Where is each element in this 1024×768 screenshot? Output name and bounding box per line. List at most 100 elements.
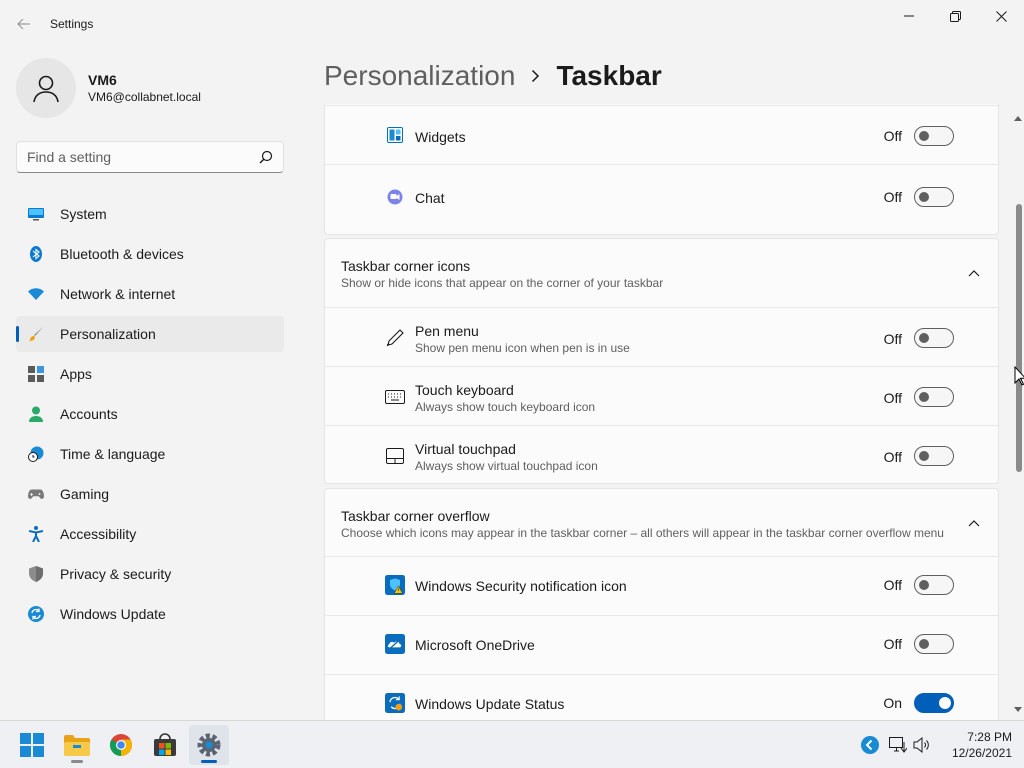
sidebar-item-personalization[interactable]: Personalization (16, 316, 284, 352)
breadcrumb-parent[interactable]: Personalization (324, 58, 515, 94)
clock[interactable]: 7:28 PM 12/26/2021 (940, 729, 1012, 761)
apps-icon (28, 366, 44, 382)
chat-toggle[interactable] (914, 187, 954, 207)
settings-icon (197, 733, 221, 757)
corner-icons-card: Taskbar corner icons Show or hide icons … (324, 238, 999, 484)
setting-row-onedrive: Microsoft OneDrive Off (325, 615, 998, 674)
setting-label: Microsoft OneDrive (415, 637, 535, 653)
sidebar-item-label: Bluetooth & devices (60, 246, 184, 262)
paintbrush-icon (28, 326, 44, 342)
person-avatar-icon (33, 75, 59, 103)
chevron-up-icon[interactable] (966, 515, 982, 531)
pen-icon (385, 328, 405, 348)
scroll-down-arrow-icon[interactable] (1014, 700, 1022, 718)
minimize-icon (904, 15, 914, 17)
sidebar-item-label: Accessibility (60, 526, 137, 542)
toggle-state-label: Off (883, 577, 902, 593)
setting-row-touch-keyboard: Touch keyboard Always show touch keyboar… (325, 366, 998, 425)
avatar (16, 58, 76, 118)
setting-label: Windows Security notification icon (415, 578, 627, 594)
sidebar-item-privacy[interactable]: Privacy & security (16, 556, 284, 592)
vertical-scrollbar[interactable] (1012, 104, 1024, 720)
profile-name: VM6 (88, 72, 117, 88)
sidebar-item-time-language[interactable]: Time & language (16, 436, 284, 472)
scrollbar-thumb[interactable] (1016, 204, 1022, 472)
section-header-corner-overflow[interactable]: Taskbar corner overflow Choose which ico… (325, 489, 998, 556)
bluetooth-icon (28, 246, 44, 262)
setting-row-widgets: Widgets Off (325, 105, 998, 164)
pen-menu-toggle[interactable] (914, 328, 954, 348)
widgets-icon (385, 125, 405, 145)
windows-update-status-toggle[interactable] (914, 693, 954, 713)
onedrive-icon (385, 634, 405, 654)
chat-icon (385, 187, 405, 207)
clock-globe-icon (28, 446, 44, 462)
clock-date: 12/26/2021 (951, 746, 1012, 760)
virtual-touchpad-toggle[interactable] (914, 446, 954, 466)
toggle-state-label: Off (883, 128, 902, 144)
sidebar-item-system[interactable]: System (16, 196, 284, 232)
taskbar-items-card: Widgets Off Chat Off (324, 104, 999, 235)
sidebar-item-label: Personalization (60, 326, 156, 342)
back-arrow-icon (17, 18, 30, 30)
close-button[interactable] (978, 0, 1024, 32)
setting-description: Show pen menu icon when pen is in use (415, 341, 630, 355)
network-icon[interactable] (888, 735, 908, 755)
update-tray-icon[interactable] (860, 735, 880, 755)
chevron-right-icon (531, 69, 540, 83)
search-icon[interactable] (259, 150, 273, 169)
start-icon (20, 733, 44, 757)
toggle-state-label: Off (883, 331, 902, 347)
setting-row-pen-menu: Pen menu Show pen menu icon when pen is … (325, 307, 998, 366)
touch-keyboard-toggle[interactable] (914, 387, 954, 407)
sidebar-item-accessibility[interactable]: Accessibility (16, 516, 284, 552)
wifi-icon (28, 286, 44, 302)
start-button[interactable] (12, 725, 52, 765)
section-header-corner-icons[interactable]: Taskbar corner icons Show or hide icons … (325, 239, 998, 307)
sidebar-item-label: Gaming (60, 486, 110, 502)
taskbar-settings[interactable] (189, 725, 229, 765)
search-input[interactable] (17, 142, 247, 172)
sidebar-item-label: Accounts (60, 406, 118, 422)
sidebar-item-gaming[interactable]: Gaming (16, 476, 284, 512)
restore-icon (949, 10, 961, 22)
sidebar-item-bluetooth[interactable]: Bluetooth & devices (16, 236, 284, 272)
sidebar-item-network[interactable]: Network & internet (16, 276, 284, 312)
sidebar-nav: System Bluetooth & devices Network & int… (16, 196, 284, 636)
windows-security-toggle[interactable] (914, 575, 954, 595)
toggle-state-label: Off (883, 189, 902, 205)
toggle-state-label: On (883, 695, 902, 711)
windows-security-icon (385, 575, 405, 595)
back-button[interactable] (12, 12, 36, 36)
user-profile[interactable]: VM6 VM6@collabnet.local (16, 56, 201, 120)
toggle-state-label: Off (883, 449, 902, 465)
taskbar-chrome[interactable] (101, 725, 141, 765)
accessibility-icon (28, 526, 44, 542)
setting-label: Windows Update Status (415, 696, 565, 712)
scroll-up-arrow-icon[interactable] (1014, 108, 1022, 126)
taskbar-store[interactable] (145, 725, 185, 765)
maximize-button[interactable] (932, 0, 978, 32)
taskbar: 7:28 PM 12/26/2021 (0, 720, 1024, 768)
widgets-toggle[interactable] (914, 126, 954, 146)
sidebar-item-windows-update[interactable]: Windows Update (16, 596, 284, 632)
update-icon (28, 606, 44, 622)
sidebar-item-accounts[interactable]: Accounts (16, 396, 284, 432)
sidebar-item-label: Windows Update (60, 606, 166, 622)
setting-label: Virtual touchpad (415, 441, 516, 457)
windows-update-status-icon (385, 693, 405, 713)
onedrive-toggle[interactable] (914, 634, 954, 654)
page-title: Taskbar (556, 60, 662, 91)
setting-label: Pen menu (415, 323, 479, 339)
taskbar-file-explorer[interactable] (57, 725, 97, 765)
setting-description: Always show virtual touchpad icon (415, 459, 598, 473)
sidebar-item-apps[interactable]: Apps (16, 356, 284, 392)
volume-icon[interactable] (912, 735, 932, 755)
chevron-up-icon[interactable] (966, 265, 982, 281)
settings-content: Widgets Off Chat Off Taskbar corner icon… (324, 104, 1000, 720)
mouse-cursor-icon (1014, 366, 1024, 386)
search-box[interactable] (16, 141, 284, 173)
minimize-button[interactable] (886, 0, 932, 32)
sidebar-item-label: System (60, 206, 107, 222)
sidebar-item-label: Privacy & security (60, 566, 172, 582)
